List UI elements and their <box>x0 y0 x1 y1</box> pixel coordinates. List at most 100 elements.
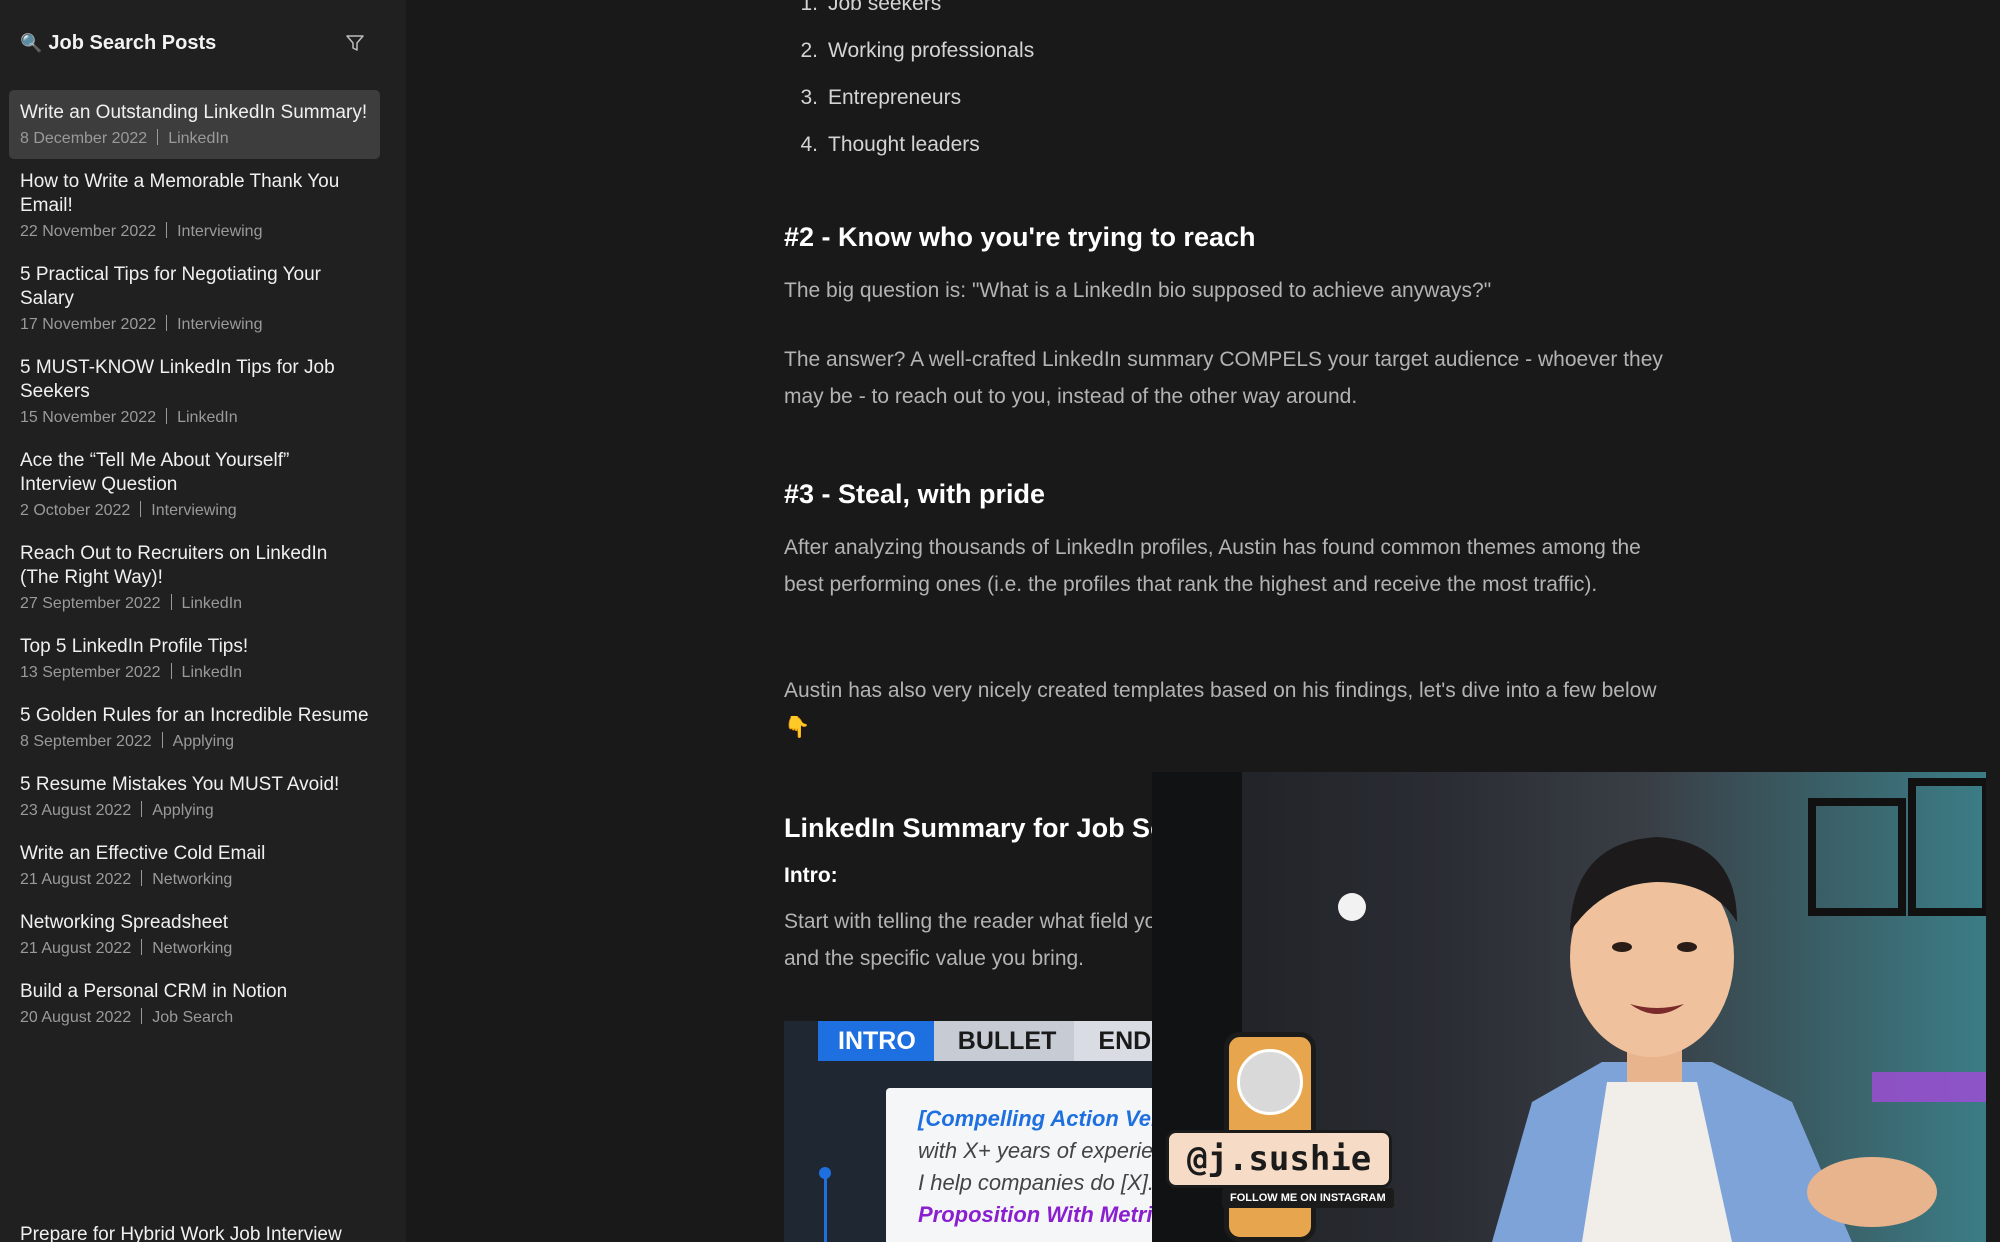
list-number: 3. <box>800 86 818 109</box>
post-title: Build a Personal CRM in Notion <box>20 981 288 1002</box>
list-item: 1. Job seekers <box>784 0 1034 27</box>
post-tag: LinkedIn <box>181 664 243 681</box>
template-line: Proposition With Metrics <box>918 1202 1177 1227</box>
list-item: 3. Entrepreneurs <box>784 74 1034 121</box>
sidebar-title-wrap: 🔍 Job Search Posts <box>20 32 216 55</box>
post-item[interactable]: 5 Golden Rules for an Incredible Resume … <box>9 693 380 762</box>
post-meta: 17 November 2022 Interviewing <box>20 315 369 335</box>
post-tag: LinkedIn <box>168 130 229 147</box>
post-item[interactable]: 5 Practical Tips for Negotiating Your Sa… <box>9 252 380 345</box>
post-date: 23 August 2022 <box>20 802 132 819</box>
post-tag: Interviewing <box>177 316 263 333</box>
post-title: 5 MUST-KNOW LinkedIn Tips for Job Seeker… <box>20 357 335 402</box>
post-date: 15 November 2022 <box>20 409 157 426</box>
paragraph: The big question is: "What is a LinkedIn… <box>784 279 1492 302</box>
post-title: Write an Outstanding LinkedIn Summary! <box>20 102 368 123</box>
post-tag: Job Search <box>152 1009 234 1026</box>
post-date: 8 September 2022 <box>20 733 152 750</box>
post-meta: 20 August 2022 Job Search <box>20 1008 369 1028</box>
post-title: Top 5 LinkedIn Profile Tips! <box>20 636 249 657</box>
filter-icon[interactable] <box>344 32 366 54</box>
post-date: 22 November 2022 <box>20 223 157 240</box>
post-meta: 8 December 2022 LinkedIn <box>20 129 369 149</box>
sidebar-title: Job Search Posts <box>48 31 217 54</box>
heading-steal: #3 - Steal, with pride <box>784 479 1046 509</box>
post-date: 2 October 2022 <box>20 502 131 519</box>
post-tag: LinkedIn <box>177 409 238 426</box>
post-title: Networking Spreadsheet <box>20 912 229 933</box>
post-date: 8 December 2022 <box>20 130 148 147</box>
list-item: 4. Thought leaders <box>784 121 1034 168</box>
post-tag: Applying <box>172 733 235 750</box>
intro-label: Intro: <box>784 864 838 887</box>
list-number: 4. <box>800 133 818 156</box>
post-item[interactable]: Build a Personal CRM in Notion 20 August… <box>9 969 380 1038</box>
post-meta: 22 November 2022 Interviewing <box>20 222 369 242</box>
post-item[interactable]: Write an Effective Cold Email 21 August … <box>9 831 380 900</box>
follow-badge: FOLLOW ME ON INSTAGRAM <box>1222 1188 1394 1208</box>
post-date: 21 August 2022 <box>20 940 132 957</box>
sidebar-header: 🔍 Job Search Posts <box>20 28 366 58</box>
list-text: Entrepreneurs <box>828 86 962 109</box>
list-number: 2. <box>800 39 818 62</box>
post-item[interactable]: How to Write a Memorable Thank You Email… <box>9 159 380 252</box>
post-title: How to Write a Memorable Thank You Email… <box>20 171 340 216</box>
paragraph: Austin has also very nicely created temp… <box>784 679 1657 739</box>
paragraph: The answer? A well-crafted LinkedIn summ… <box>784 348 1663 408</box>
template-tab-bullet: BULLET <box>933 1021 1075 1061</box>
post-tag: Interviewing <box>177 223 263 240</box>
audience-list: 1. Job seekers 2. Working professionals 3.… <box>784 0 1034 168</box>
list-text: Thought leaders <box>828 133 980 156</box>
article-pane: 1. Job seekers 2. Working professionals 3.… <box>406 0 2000 1242</box>
post-date: 27 September 2022 <box>20 595 161 612</box>
template-line: I help companies do [X]. <box>918 1170 1155 1195</box>
heading-know-who: #2 - Know who you're trying to reach <box>784 222 1256 252</box>
template-tab-intro: INTRO <box>818 1021 934 1061</box>
post-date: 20 August 2022 <box>20 1009 132 1026</box>
post-meta: 23 August 2022 Applying <box>20 801 369 821</box>
post-title: Write an Effective Cold Email <box>20 843 266 864</box>
post-tag: Networking <box>152 871 233 888</box>
post-title: 5 Practical Tips for Negotiating Your Sa… <box>20 264 322 309</box>
post-title: 5 Golden Rules for an Incredible Resume <box>20 705 369 726</box>
video-overlay[interactable]: @j.sushie FOLLOW ME ON INSTAGRAM <box>1152 772 1986 1242</box>
post-item[interactable]: Reach Out to Recruiters on LinkedIn (The… <box>9 531 380 624</box>
post-item[interactable]: 5 MUST-KNOW LinkedIn Tips for Job Seeker… <box>9 345 380 438</box>
template-tabs: INTRO BULLET END <box>818 1021 1170 1061</box>
post-tag: Networking <box>152 940 233 957</box>
post-tag: LinkedIn <box>181 595 243 612</box>
post-meta: 27 September 2022 LinkedIn <box>20 594 369 614</box>
post-meta: 21 August 2022 Networking <box>20 870 369 890</box>
post-item-truncated[interactable]: Prepare for Hybrid Work Job Interview <box>20 1224 342 1242</box>
magnifier-icon: 🔍 <box>20 32 43 53</box>
template-line: [Compelling Action Verb] <box>918 1106 1181 1131</box>
post-item[interactable]: Ace the “Tell Me About Yourself” Intervi… <box>9 438 380 531</box>
list-text: Working professionals <box>828 39 1035 62</box>
post-date: 13 September 2022 <box>20 664 161 681</box>
post-meta: 13 September 2022 LinkedIn <box>20 663 369 683</box>
list-number: 1. <box>800 0 818 15</box>
paragraph: After analyzing thousands of LinkedIn pr… <box>784 536 1641 596</box>
post-meta: 8 September 2022 Applying <box>20 732 369 752</box>
post-title: 5 Resume Mistakes You MUST Avoid! <box>20 774 340 795</box>
post-title: Ace the “Tell Me About Yourself” Intervi… <box>20 450 290 495</box>
instagram-handle: @j.sushie <box>1166 1130 1393 1188</box>
sidebar: 🔍 Job Search Posts Write an Outstanding … <box>0 0 406 1242</box>
post-title: Reach Out to Recruiters on LinkedIn (The… <box>20 543 328 588</box>
post-meta: 21 August 2022 Networking <box>20 939 369 959</box>
post-date: 17 November 2022 <box>20 316 157 333</box>
post-meta: 2 October 2022 Interviewing <box>20 501 369 521</box>
post-date: 21 August 2022 <box>20 871 132 888</box>
post-item[interactable]: Top 5 LinkedIn Profile Tips! 13 Septembe… <box>9 624 380 693</box>
list-text: Job seekers <box>828 0 942 15</box>
post-item[interactable]: Networking Spreadsheet 21 August 2022 Net… <box>9 900 380 969</box>
list-item: 2. Working professionals <box>784 27 1034 74</box>
post-meta: 15 November 2022 LinkedIn <box>20 408 369 428</box>
post-item[interactable]: Write an Outstanding LinkedIn Summary! 8… <box>9 90 380 159</box>
timeline-line <box>824 1173 827 1242</box>
avatar <box>1237 1049 1303 1115</box>
post-tag: Interviewing <box>151 502 237 519</box>
post-tag: Applying <box>152 802 214 819</box>
post-list: Write an Outstanding LinkedIn Summary! 8… <box>9 90 380 1038</box>
post-item[interactable]: 5 Resume Mistakes You MUST Avoid! 23 Aug… <box>9 762 380 831</box>
